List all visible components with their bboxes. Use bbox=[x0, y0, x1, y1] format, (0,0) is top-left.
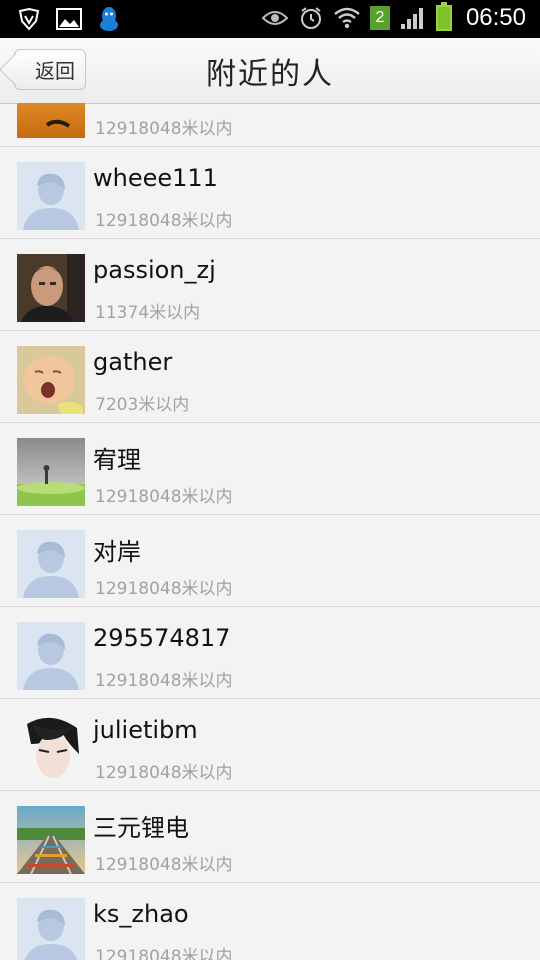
user-name: 宥理 bbox=[93, 446, 141, 474]
list-item[interactable]: wheee111 12918048米以内 bbox=[0, 148, 540, 239]
avatar[interactable] bbox=[17, 622, 85, 690]
distance-label: 11374米以内 bbox=[95, 303, 201, 323]
user-name: gather bbox=[93, 348, 173, 376]
avatar[interactable] bbox=[17, 714, 85, 782]
distance-label: 12918048米以内 bbox=[95, 119, 233, 139]
list-item[interactable]: ks_zhao 12918048米以内 bbox=[0, 884, 540, 960]
list-item[interactable]: 对岸 12918048米以内 bbox=[0, 516, 540, 607]
user-name: wheee111 bbox=[93, 164, 218, 192]
status-time: 06:50 bbox=[465, 4, 526, 31]
list-item[interactable]: 12918048米以内 bbox=[0, 103, 540, 147]
list-item[interactable]: 295574817 12918048米以内 bbox=[0, 608, 540, 699]
qq-icon bbox=[96, 6, 122, 32]
distance-label: 12918048米以内 bbox=[95, 671, 233, 691]
avatar[interactable] bbox=[17, 438, 85, 506]
list-item[interactable]: gather 7203米以内 bbox=[0, 332, 540, 423]
user-name: 三元锂电 bbox=[93, 814, 189, 842]
list-item[interactable]: 三元锂电 12918048米以内 bbox=[0, 792, 540, 883]
image-icon bbox=[56, 6, 82, 32]
list-item[interactable]: passion_zj 11374米以内 bbox=[0, 240, 540, 331]
avatar[interactable] bbox=[17, 103, 85, 138]
distance-label: 12918048米以内 bbox=[95, 487, 233, 507]
user-name: 对岸 bbox=[93, 538, 141, 566]
distance-label: 12918048米以内 bbox=[95, 763, 233, 783]
alarm-icon bbox=[298, 5, 324, 31]
shield-icon bbox=[16, 6, 42, 32]
distance-label: 7203米以内 bbox=[95, 395, 190, 415]
battery-icon bbox=[435, 2, 452, 31]
avatar[interactable] bbox=[17, 806, 85, 874]
sim-badge: 2 bbox=[369, 6, 390, 30]
user-name: passion_zj bbox=[93, 256, 216, 284]
user-name: julietibm bbox=[93, 716, 198, 744]
distance-label: 12918048米以内 bbox=[95, 211, 233, 231]
back-button[interactable]: 返回 bbox=[14, 49, 86, 90]
distance-label: 12918048米以内 bbox=[95, 855, 233, 875]
list-item[interactable]: julietibm 12918048米以内 bbox=[0, 700, 540, 791]
distance-label: 12918048米以内 bbox=[95, 579, 233, 599]
back-button-label: 返回 bbox=[35, 59, 75, 83]
distance-label: 12918048米以内 bbox=[95, 947, 233, 960]
eye-icon bbox=[261, 5, 288, 31]
nearby-people-list[interactable]: 12918048米以内 wheee111 12918048米以内 passion_zj… bbox=[0, 103, 540, 960]
signal-icon bbox=[400, 5, 426, 31]
status-bar: 2 06:50 bbox=[0, 0, 540, 38]
user-name: 295574817 bbox=[93, 624, 231, 652]
list-item[interactable]: 宥理 12918048米以内 bbox=[0, 424, 540, 515]
wifi-icon bbox=[334, 5, 360, 31]
title-bar: 附近的人 返回 bbox=[0, 38, 540, 104]
avatar[interactable] bbox=[17, 530, 85, 598]
user-name: ks_zhao bbox=[93, 900, 189, 928]
avatar[interactable] bbox=[17, 346, 85, 414]
avatar[interactable] bbox=[17, 254, 85, 322]
avatar[interactable] bbox=[17, 898, 85, 960]
avatar[interactable] bbox=[17, 162, 85, 230]
